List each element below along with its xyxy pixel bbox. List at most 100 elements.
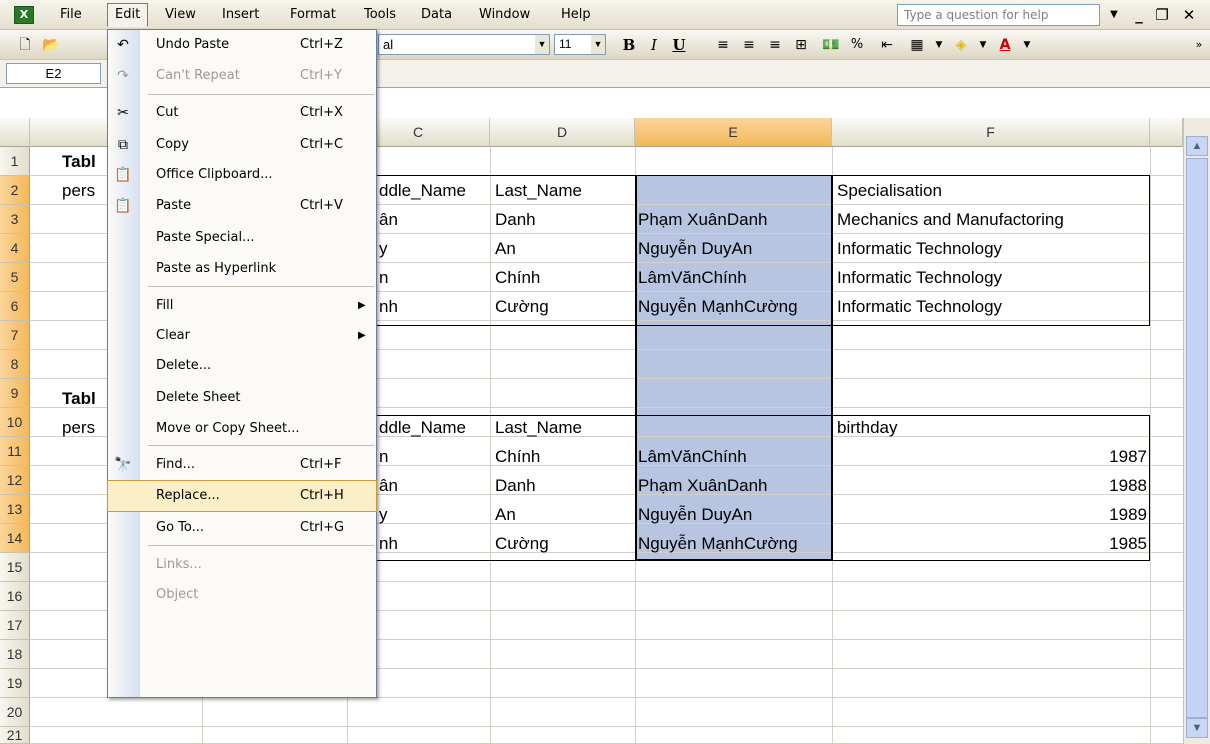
menu-item-go-to[interactable]: Go To... Ctrl+G [108, 513, 376, 543]
row-header-14[interactable]: 14 [0, 524, 30, 553]
cell-f13[interactable]: 1989 [837, 501, 1147, 529]
menu-view[interactable]: View [157, 3, 204, 27]
scroll-up-icon[interactable]: ▲ [1186, 136, 1208, 156]
cell-d14[interactable]: Cường [495, 530, 635, 558]
align-right-icon[interactable]: ≡ [764, 35, 786, 55]
menu-help[interactable]: Help [553, 3, 599, 27]
cell-e14[interactable]: Nguyễn MạnhCường [638, 530, 832, 558]
merge-center-icon[interactable]: ⊞ [790, 35, 812, 55]
chevron-down-icon[interactable]: ▼ [928, 35, 950, 55]
menu-item-fill[interactable]: Fill ▶ [108, 291, 376, 321]
name-box[interactable]: E2 [6, 63, 101, 84]
cell-f12[interactable]: 1988 [837, 472, 1147, 500]
cell-d2[interactable]: Last_Name [495, 177, 635, 205]
column-header-d[interactable]: D [490, 118, 635, 147]
menu-item-office-clipboard[interactable]: 📋 Office Clipboard... [108, 160, 376, 190]
cell-e6[interactable]: Nguyễn MạnhCường [638, 293, 832, 321]
menu-item-object[interactable]: Object [108, 580, 376, 610]
cell-d11[interactable]: Chính [495, 443, 635, 471]
chevron-down-icon[interactable]: ▼ [535, 35, 549, 54]
cell-e12[interactable]: Phạm XuânDanh [638, 472, 832, 500]
cell-d5[interactable]: Chính [495, 264, 635, 292]
excel-app-icon[interactable]: X [14, 6, 34, 24]
row-header-7[interactable]: 7 [0, 321, 30, 350]
underline-button[interactable]: U [668, 35, 690, 55]
fill-color-icon[interactable]: ◈ [950, 35, 972, 55]
cell-e3[interactable]: Phạm XuânDanh [638, 206, 832, 234]
cell-e11[interactable]: LâmVănChính [638, 443, 832, 471]
menu-item-undo-paste[interactable]: ↶ Undo Paste Ctrl+Z [108, 30, 376, 60]
cell-f5[interactable]: Informatic Technology [837, 264, 1147, 292]
cell-c6[interactable]: nh [379, 293, 490, 321]
row-header-20[interactable]: 20 [0, 698, 30, 727]
cell-f2[interactable]: Specialisation [837, 177, 1147, 205]
help-dropdown-icon[interactable]: ▼ [1105, 5, 1123, 25]
cell-c11[interactable]: n [379, 443, 490, 471]
menu-item-move-or-copy-sheet[interactable]: Move or Copy Sheet... [108, 414, 376, 444]
menu-item-copy[interactable]: ⧉ Copy Ctrl+C [108, 130, 376, 160]
row-header-12[interactable]: 12 [0, 466, 30, 495]
cell-c4[interactable]: y [379, 235, 490, 263]
cell-f3[interactable]: Mechanics and Manufactoring [837, 206, 1147, 234]
align-center-icon[interactable]: ≡ [738, 35, 760, 55]
menu-edit[interactable]: Edit [107, 3, 149, 27]
scrollbar-thumb[interactable] [1186, 158, 1208, 718]
menu-item-paste-special[interactable]: Paste Special... [108, 223, 376, 253]
menu-item-delete[interactable]: Delete... [108, 351, 376, 381]
open-folder-icon[interactable]: 📂 [40, 35, 62, 55]
close-icon[interactable]: ✕ [1180, 5, 1198, 25]
menu-item-clear[interactable]: Clear ▶ [108, 321, 376, 351]
help-search-input[interactable]: Type a question for help [897, 4, 1100, 26]
column-header-g[interactable] [1150, 118, 1183, 147]
bold-button[interactable]: B [618, 35, 640, 55]
menu-item-find[interactable]: 🔭 Find... Ctrl+F [108, 450, 376, 480]
cell-f14[interactable]: 1985 [837, 530, 1147, 558]
row-header-13[interactable]: 13 [0, 495, 30, 524]
column-header-f[interactable]: F [832, 118, 1150, 147]
cell-c3[interactable]: ân [379, 206, 490, 234]
cell-c5[interactable]: n [379, 264, 490, 292]
row-header-1[interactable]: 1 [0, 147, 30, 176]
borders-icon[interactable]: ▦ [906, 35, 928, 55]
menu-item-delete-sheet[interactable]: Delete Sheet [108, 383, 376, 413]
row-header-19[interactable]: 19 [0, 669, 30, 698]
menu-data[interactable]: Data [413, 3, 460, 27]
toolbar-options-icon[interactable]: » [1188, 35, 1210, 55]
cell-f4[interactable]: Informatic Technology [837, 235, 1147, 263]
percent-button[interactable]: % [846, 35, 868, 55]
row-header-3[interactable]: 3 [0, 205, 30, 234]
menu-item-links[interactable]: Links... [108, 550, 376, 580]
chevron-down-icon[interactable]: ▼ [972, 35, 994, 55]
cell-f11[interactable]: 1987 [837, 443, 1147, 471]
menu-item-replace[interactable]: Replace... Ctrl+H [107, 480, 377, 512]
cell-d4[interactable]: An [495, 235, 635, 263]
row-header-6[interactable]: 6 [0, 292, 30, 321]
cell-d3[interactable]: Danh [495, 206, 635, 234]
restore-icon[interactable]: ❐ [1153, 5, 1171, 25]
menu-format[interactable]: Format [282, 3, 344, 27]
cell-d6[interactable]: Cường [495, 293, 635, 321]
column-header-e[interactable]: E [635, 118, 832, 147]
cell-e5[interactable]: LâmVănChính [638, 264, 832, 292]
menu-file[interactable]: File [52, 3, 90, 27]
align-left-icon[interactable]: ≡ [712, 35, 734, 55]
menu-window[interactable]: Window [471, 3, 538, 27]
row-header-5[interactable]: 5 [0, 263, 30, 292]
cell-d13[interactable]: An [495, 501, 635, 529]
cell-c2[interactable]: ddle_Name [379, 177, 490, 205]
menu-item-paste[interactable]: 📋 Paste Ctrl+V [108, 191, 376, 221]
cell-c13[interactable]: y [379, 501, 490, 529]
row-header-15[interactable]: 15 [0, 553, 30, 582]
font-size-select[interactable]: 11 ▼ [554, 34, 606, 55]
indent-icon[interactable]: ⇤ [876, 35, 898, 55]
chevron-down-icon[interactable]: ▼ [591, 35, 605, 54]
cell-c14[interactable]: nh [379, 530, 490, 558]
menu-tools[interactable]: Tools [356, 3, 404, 27]
font-color-icon[interactable]: A [994, 35, 1016, 55]
cell-d10[interactable]: Last_Name [495, 414, 635, 442]
currency-icon[interactable]: 💵 [820, 35, 842, 55]
row-header-17[interactable]: 17 [0, 611, 30, 640]
cell-e13[interactable]: Nguyễn DuyAn [638, 501, 832, 529]
cell-c12[interactable]: ân [379, 472, 490, 500]
menu-insert[interactable]: Insert [214, 3, 267, 27]
